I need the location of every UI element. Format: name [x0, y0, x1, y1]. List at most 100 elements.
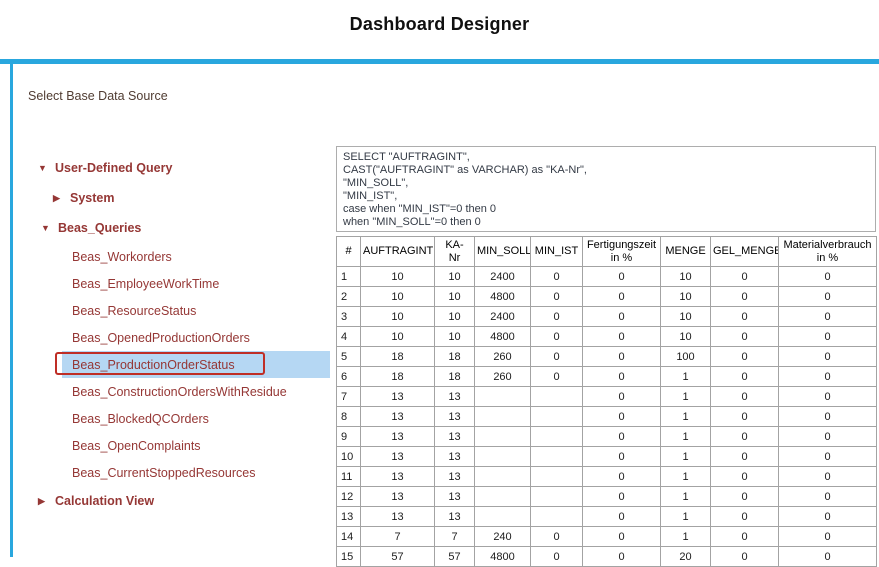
tree-item-query[interactable]: Beas_CurrentStoppedResources	[62, 459, 330, 486]
table-cell: 0	[583, 507, 661, 527]
data-source-tree: ▼ User-Defined Query ▶ System ▼ Beas_Que…	[38, 153, 338, 516]
tree-node-user-defined-query[interactable]: ▼ User-Defined Query	[38, 153, 338, 183]
table-row[interactable]: 147724000100	[337, 527, 877, 547]
table-cell: 0	[711, 267, 779, 287]
table-cell	[531, 487, 583, 507]
table-cell: 2400	[475, 267, 531, 287]
table-row[interactable]: 1313130100	[337, 507, 877, 527]
tree-node-beas-queries[interactable]: ▼ Beas_Queries	[38, 213, 338, 243]
sql-query-editor[interactable]: SELECT "AUFTRAGINT", CAST("AUFTRAGINT" a…	[336, 146, 876, 232]
column-header: MENGE	[661, 237, 711, 267]
column-header: AUFTRAGINT	[361, 237, 435, 267]
table-row[interactable]: 310102400001000	[337, 307, 877, 327]
table-row[interactable]: 6181826000100	[337, 367, 877, 387]
table-row[interactable]: 813130100	[337, 407, 877, 427]
left-accent-bar	[10, 64, 13, 557]
tree-item-label: Beas_BlockedQCOrders	[72, 412, 209, 426]
table-cell: 0	[779, 467, 877, 487]
table-cell: 0	[583, 467, 661, 487]
table-cell: 0	[779, 327, 877, 347]
table-cell: 13	[361, 427, 435, 447]
table-cell: 2400	[475, 307, 531, 327]
tree-node-label: Beas_Queries	[58, 221, 141, 235]
table-cell: 2	[337, 287, 361, 307]
table-cell: 0	[779, 447, 877, 467]
table-cell: 10	[661, 307, 711, 327]
table-cell	[531, 387, 583, 407]
table-cell: 10	[435, 327, 475, 347]
table-cell: 13	[435, 427, 475, 447]
table-cell: 4800	[475, 327, 531, 347]
tree-item-query[interactable]: Beas_EmployeeWorkTime	[62, 270, 330, 297]
table-cell: 0	[711, 307, 779, 327]
chevron-right-icon[interactable]: ▶	[53, 193, 64, 204]
tree-item-label: Beas_OpenedProductionOrders	[72, 331, 250, 345]
tree-item-query[interactable]: Beas_BlockedQCOrders	[62, 405, 330, 432]
table-cell	[475, 427, 531, 447]
table-row[interactable]: 913130100	[337, 427, 877, 447]
column-header: GEL_MENGE	[711, 237, 779, 267]
table-cell: 0	[711, 367, 779, 387]
tree-item-query[interactable]: Beas_OpenComplaints	[62, 432, 330, 459]
table-cell: 0	[583, 527, 661, 547]
table-row[interactable]: 1013130100	[337, 447, 877, 467]
table-row[interactable]: 1213130100	[337, 487, 877, 507]
table-cell: 10	[435, 307, 475, 327]
table-cell: 0	[779, 387, 877, 407]
table-cell: 1	[661, 427, 711, 447]
tree-item-query[interactable]: Beas_OpenedProductionOrders	[62, 324, 330, 351]
tree-item-label: Beas_ResourceStatus	[72, 304, 196, 318]
table-cell: 18	[435, 347, 475, 367]
table-cell: 4	[337, 327, 361, 347]
column-header: Materialverbrauch in %	[779, 237, 877, 267]
chevron-right-icon[interactable]: ▶	[38, 496, 49, 507]
table-cell: 13	[435, 387, 475, 407]
table-cell: 10	[361, 307, 435, 327]
table-cell: 10	[435, 267, 475, 287]
tree-item-label: Beas_OpenComplaints	[72, 439, 201, 453]
tree-node-system[interactable]: ▶ System	[38, 183, 338, 213]
tree-item-query[interactable]: Beas_ProductionOrderStatus	[62, 351, 330, 378]
table-cell: 1	[337, 267, 361, 287]
tree-item-query[interactable]: Beas_Workorders	[62, 243, 330, 270]
tree-item-label: Beas_EmployeeWorkTime	[72, 277, 219, 291]
table-cell: 0	[583, 347, 661, 367]
tree-item-label: Beas_CurrentStoppedResources	[72, 466, 255, 480]
table-row[interactable]: 110102400001000	[337, 267, 877, 287]
table-row[interactable]: 1113130100	[337, 467, 877, 487]
table-cell: 10	[661, 287, 711, 307]
table-cell: 0	[711, 407, 779, 427]
table-cell: 0	[779, 267, 877, 287]
table-cell: 1	[661, 447, 711, 467]
table-cell: 13	[435, 447, 475, 467]
table-cell: 0	[583, 327, 661, 347]
table-cell: 0	[779, 487, 877, 507]
table-row[interactable]: 410104800001000	[337, 327, 877, 347]
table-cell: 5	[337, 347, 361, 367]
table-cell: 7	[435, 527, 475, 547]
chevron-down-icon[interactable]: ▼	[41, 223, 52, 233]
table-cell: 11	[337, 467, 361, 487]
table-cell: 0	[711, 507, 779, 527]
tree-node-calculation-view[interactable]: ▶ Calculation View	[38, 486, 338, 516]
tree-item-query[interactable]: Beas_ResourceStatus	[62, 297, 330, 324]
table-cell: 0	[711, 427, 779, 447]
table-cell: 0	[711, 527, 779, 547]
query-list: Beas_Workorders Beas_EmployeeWorkTime Beas…	[38, 243, 338, 486]
header-divider	[0, 59, 879, 64]
header-row: #AUFTRAGINTKA- NrMIN_SOLLMIN_ISTFertigun…	[337, 237, 877, 267]
table-cell	[475, 407, 531, 427]
tree-item-query[interactable]: Beas_ConstructionOrdersWithResidue	[62, 378, 330, 405]
table-cell: 0	[779, 287, 877, 307]
tree-item-label: Beas_ConstructionOrdersWithResidue	[72, 385, 287, 399]
table-row[interactable]: 210104800001000	[337, 287, 877, 307]
chevron-down-icon[interactable]: ▼	[38, 163, 49, 173]
table-row[interactable]: 518182600010000	[337, 347, 877, 367]
table-cell: 0	[531, 347, 583, 367]
table-cell: 0	[711, 347, 779, 367]
table-row[interactable]: 713130100	[337, 387, 877, 407]
table-cell	[475, 447, 531, 467]
column-header: Fertigungszeit in %	[583, 237, 661, 267]
table-cell: 0	[583, 287, 661, 307]
table-cell	[531, 447, 583, 467]
